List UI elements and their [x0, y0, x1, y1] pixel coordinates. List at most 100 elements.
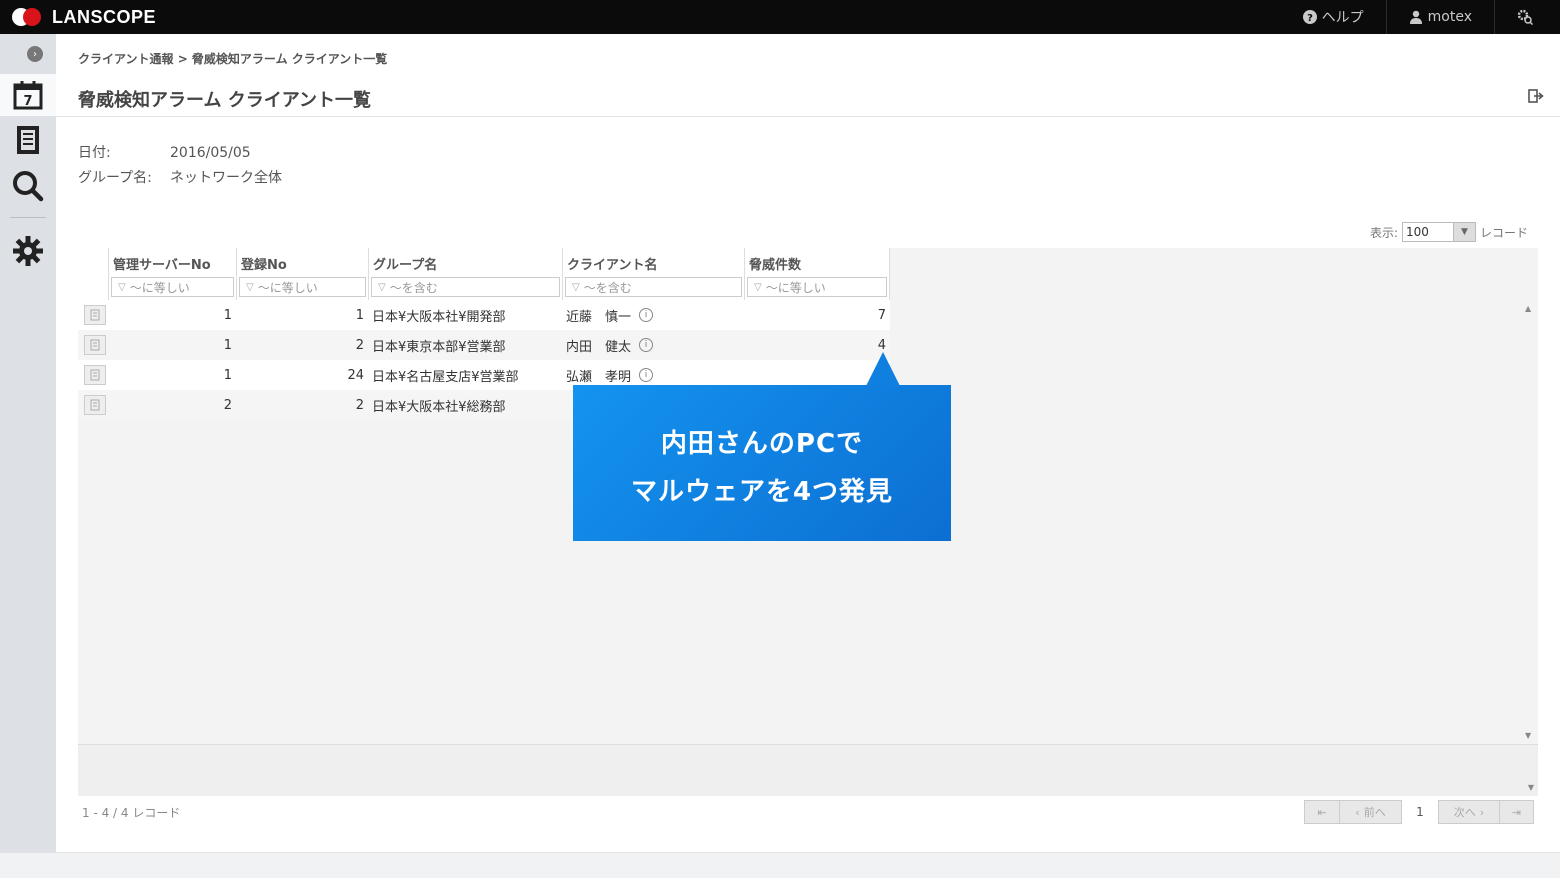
display-suffix: レコード: [1479, 225, 1528, 240]
gear-icon[interactable]: [10, 233, 46, 269]
cell-group: 日本¥大阪本社¥総務部: [372, 399, 506, 415]
row-detail-button[interactable]: [84, 305, 106, 325]
chevron-right-icon: ›: [1479, 805, 1485, 819]
filter-icon: ▽: [572, 281, 580, 293]
user-label: motex: [1427, 9, 1472, 25]
table-row[interactable]: 1 2 日本¥東京本部¥営業部 内田 健太 i 4: [78, 330, 890, 360]
user-menu[interactable]: motex: [1385, 0, 1494, 34]
report-icon[interactable]: [10, 122, 46, 158]
bottom-strip: [0, 852, 1560, 878]
lanscope-logo[interactable]: LANSCOPE: [10, 6, 156, 28]
scroll-down-icon[interactable]: ▼: [1525, 731, 1531, 740]
column-server-no[interactable]: 管理サーバーNo ▽ ～に等しい: [108, 248, 236, 300]
info-icon[interactable]: i: [639, 368, 654, 382]
cell-reg-no: 24: [347, 367, 364, 383]
filter-icon: ▽: [754, 281, 762, 293]
first-page-icon: ⇤: [1317, 805, 1327, 819]
cell-group: 日本¥名古屋支店¥営業部: [372, 369, 519, 385]
sidebar-divider: [10, 217, 46, 218]
first-page-button[interactable]: ⇤: [1304, 800, 1340, 824]
user-icon: [1409, 10, 1422, 24]
table-header: 管理サーバーNo ▽ ～に等しい 登録No ▽ ～に等しい グループ名 ▽ ～を含む …: [78, 248, 890, 300]
cell-server-no: 1: [223, 367, 232, 383]
column-header: クライアント名: [567, 258, 658, 273]
filter-input[interactable]: ▽ ～に等しい: [239, 277, 366, 297]
cell-group: 日本¥大阪本社¥開発部: [372, 309, 506, 325]
export-icon[interactable]: [1528, 88, 1544, 107]
logo-mark-icon: [10, 6, 46, 28]
date-label: 日付:: [78, 145, 111, 161]
sidebar-expand-icon[interactable]: ›: [27, 46, 43, 62]
column-header: グループ名: [373, 258, 438, 273]
column-client[interactable]: クライアント名 ▽ ～を含む: [562, 248, 744, 300]
callout-line-1: 内田さんのPCで: [660, 429, 864, 459]
vertical-scrollbar[interactable]: ▲ ▼: [1522, 300, 1538, 744]
filter-input[interactable]: ▽ ～に等しい: [111, 277, 234, 297]
table-footer: ▼: [78, 744, 1538, 796]
breadcrumb[interactable]: クライアント通報 > 脅威検知アラーム クライアント一覧: [78, 50, 387, 67]
search-icon[interactable]: [10, 168, 46, 204]
svg-text:?: ?: [1307, 13, 1313, 24]
date-row: 日付: 2016/05/05: [78, 142, 251, 162]
cell-reg-no: 2: [355, 397, 364, 413]
cell-server-no: 1: [223, 307, 232, 323]
filter-input[interactable]: ▽ ～を含む: [371, 277, 560, 297]
chevron-down-icon[interactable]: ▼: [1452, 223, 1475, 241]
info-icon[interactable]: i: [639, 338, 654, 352]
filter-icon: ▽: [118, 281, 126, 293]
current-page: 1: [1416, 805, 1424, 819]
filter-icon: ▽: [378, 281, 386, 293]
cell-reg-no: 2: [355, 337, 364, 353]
next-page-button[interactable]: 次へ ›: [1438, 800, 1500, 824]
filter-input[interactable]: ▽ ～に等しい: [747, 277, 887, 297]
cell-client[interactable]: 内田 健太 i: [562, 330, 744, 360]
prev-page-button[interactable]: ‹ 前へ: [1340, 800, 1402, 824]
calendar-icon[interactable]: 7: [10, 77, 46, 113]
scroll-down-icon[interactable]: ▼: [1528, 783, 1534, 792]
cell-threats: 7: [877, 307, 886, 323]
info-icon[interactable]: i: [639, 308, 654, 322]
cell-group: 日本¥東京本部¥営業部: [372, 339, 506, 355]
filter-icon: ▽: [246, 281, 254, 293]
column-header: 脅威件数: [749, 258, 802, 273]
page-title: 脅威検知アラーム クライアント一覧: [78, 90, 372, 111]
svg-text:7: 7: [23, 94, 32, 109]
callout-line-2: マルウェアを4つ発見: [630, 477, 894, 507]
record-count: 1 - 4 / 4 レコード: [82, 806, 181, 820]
pagination: ⇤ ‹ 前へ 1 次へ › ⇥: [1304, 800, 1534, 824]
group-label: グループ名:: [78, 170, 152, 186]
callout-pointer: [866, 352, 900, 386]
title-divider: [56, 116, 1560, 117]
display-count-value: 100: [1405, 225, 1429, 239]
group-value: ネットワーク全体: [170, 170, 282, 186]
row-detail-button[interactable]: [84, 335, 106, 355]
column-header: 管理サーバーNo: [113, 258, 211, 273]
cell-server-no: 1: [223, 337, 232, 353]
help-icon: ?: [1302, 10, 1317, 24]
display-label: 表示:: [1369, 225, 1398, 240]
scroll-up-icon[interactable]: ▲: [1525, 304, 1531, 313]
column-threats[interactable]: 脅威件数 ▽ ～に等しい: [744, 248, 890, 300]
display-count-select[interactable]: 100 ▼: [1401, 222, 1476, 242]
help-label: ヘルプ: [1321, 10, 1364, 26]
date-value: 2016/05/05: [170, 145, 251, 161]
filter-input[interactable]: ▽ ～を含む: [565, 277, 742, 297]
top-bar: LANSCOPE ? ヘルプ motex: [0, 0, 1560, 34]
top-nav: ? ヘルプ motex: [1281, 0, 1560, 34]
row-detail-button[interactable]: [84, 395, 106, 415]
column-group[interactable]: グループ名 ▽ ～を含む: [368, 248, 562, 300]
help-link[interactable]: ? ヘルプ: [1281, 0, 1386, 34]
row-detail-button[interactable]: [84, 365, 106, 385]
display-count-control: 表示: 100 ▼ レコード: [1370, 222, 1528, 242]
column-reg-no[interactable]: 登録No ▽ ～に等しい: [236, 248, 368, 300]
cell-server-no: 2: [223, 397, 232, 413]
last-page-icon: ⇥: [1511, 805, 1522, 819]
settings-menu[interactable]: [1494, 0, 1560, 34]
table-row[interactable]: 1 1 日本¥大阪本社¥開発部 近藤 慎一 i 7: [78, 300, 890, 330]
logo-text: LANSCOPE: [52, 6, 157, 27]
gear-search-icon: [1517, 9, 1533, 25]
group-row: グループ名: ネットワーク全体: [78, 167, 282, 187]
last-page-button[interactable]: ⇥: [1500, 800, 1534, 824]
cell-client[interactable]: 近藤 慎一 i: [562, 300, 744, 330]
cell-reg-no: 1: [355, 307, 364, 323]
